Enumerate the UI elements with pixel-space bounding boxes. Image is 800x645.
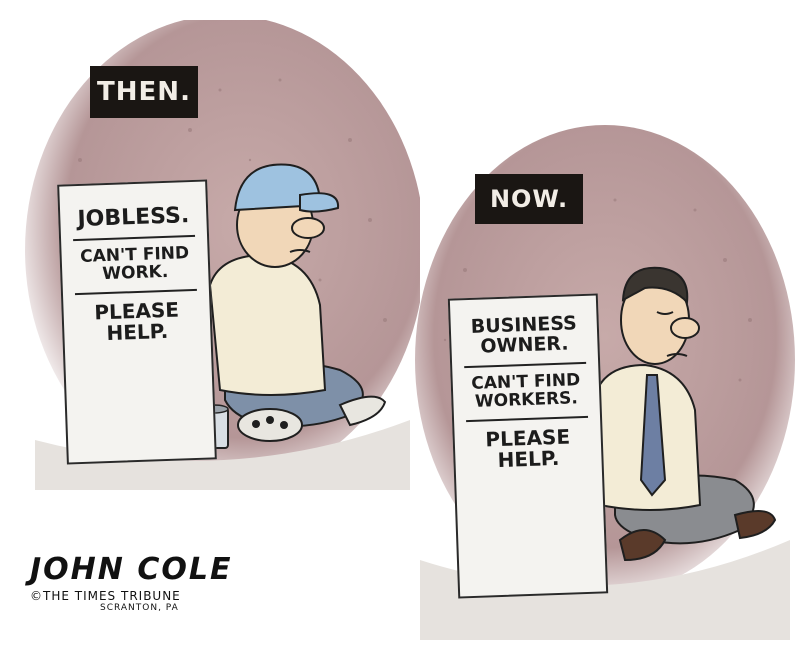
signature-place: SCRANTON, PA bbox=[100, 603, 179, 613]
then-nose bbox=[291, 217, 325, 239]
signature-outlet: ©THE TIMES TRIBUNE bbox=[30, 589, 181, 603]
then-panel: THEN. JOBLESS. CAN'T FIND WORK. PLEASE H… bbox=[20, 20, 420, 490]
signature-name: JOHN COLE bbox=[30, 552, 233, 587]
artist-signature: JOHN COLE ©THE TIMES TRIBUNE SCRANTON, P… bbox=[30, 552, 260, 613]
then-sign-divider-2 bbox=[74, 288, 197, 295]
now-shoe-right bbox=[733, 510, 777, 540]
then-shoe-left bbox=[237, 408, 303, 442]
then-sweater bbox=[208, 253, 327, 396]
then-sign-line-5: HELP. bbox=[106, 318, 169, 345]
now-sign-line-6: HELP. bbox=[497, 445, 560, 472]
now-sign: BUSINESS OWNER. CAN'T FIND WORKERS. PLEA… bbox=[447, 293, 609, 599]
now-sign-line-4: WORKERS. bbox=[474, 387, 579, 412]
now-sign-divider-2 bbox=[466, 415, 589, 422]
then-label: THEN. bbox=[90, 66, 198, 118]
then-sign: JOBLESS. CAN'T FIND WORK. PLEASE HELP. bbox=[57, 179, 217, 465]
then-sign-divider-1 bbox=[73, 235, 196, 242]
now-nose bbox=[670, 317, 700, 339]
then-cap-brim bbox=[299, 192, 340, 213]
now-panel: NOW. BUSINESS OWNER. CAN'T FIND WORKERS.… bbox=[395, 120, 800, 640]
then-sign-line-1: JOBLESS. bbox=[77, 203, 190, 233]
now-label: NOW. bbox=[475, 174, 583, 224]
now-sign-divider-1 bbox=[464, 361, 587, 369]
